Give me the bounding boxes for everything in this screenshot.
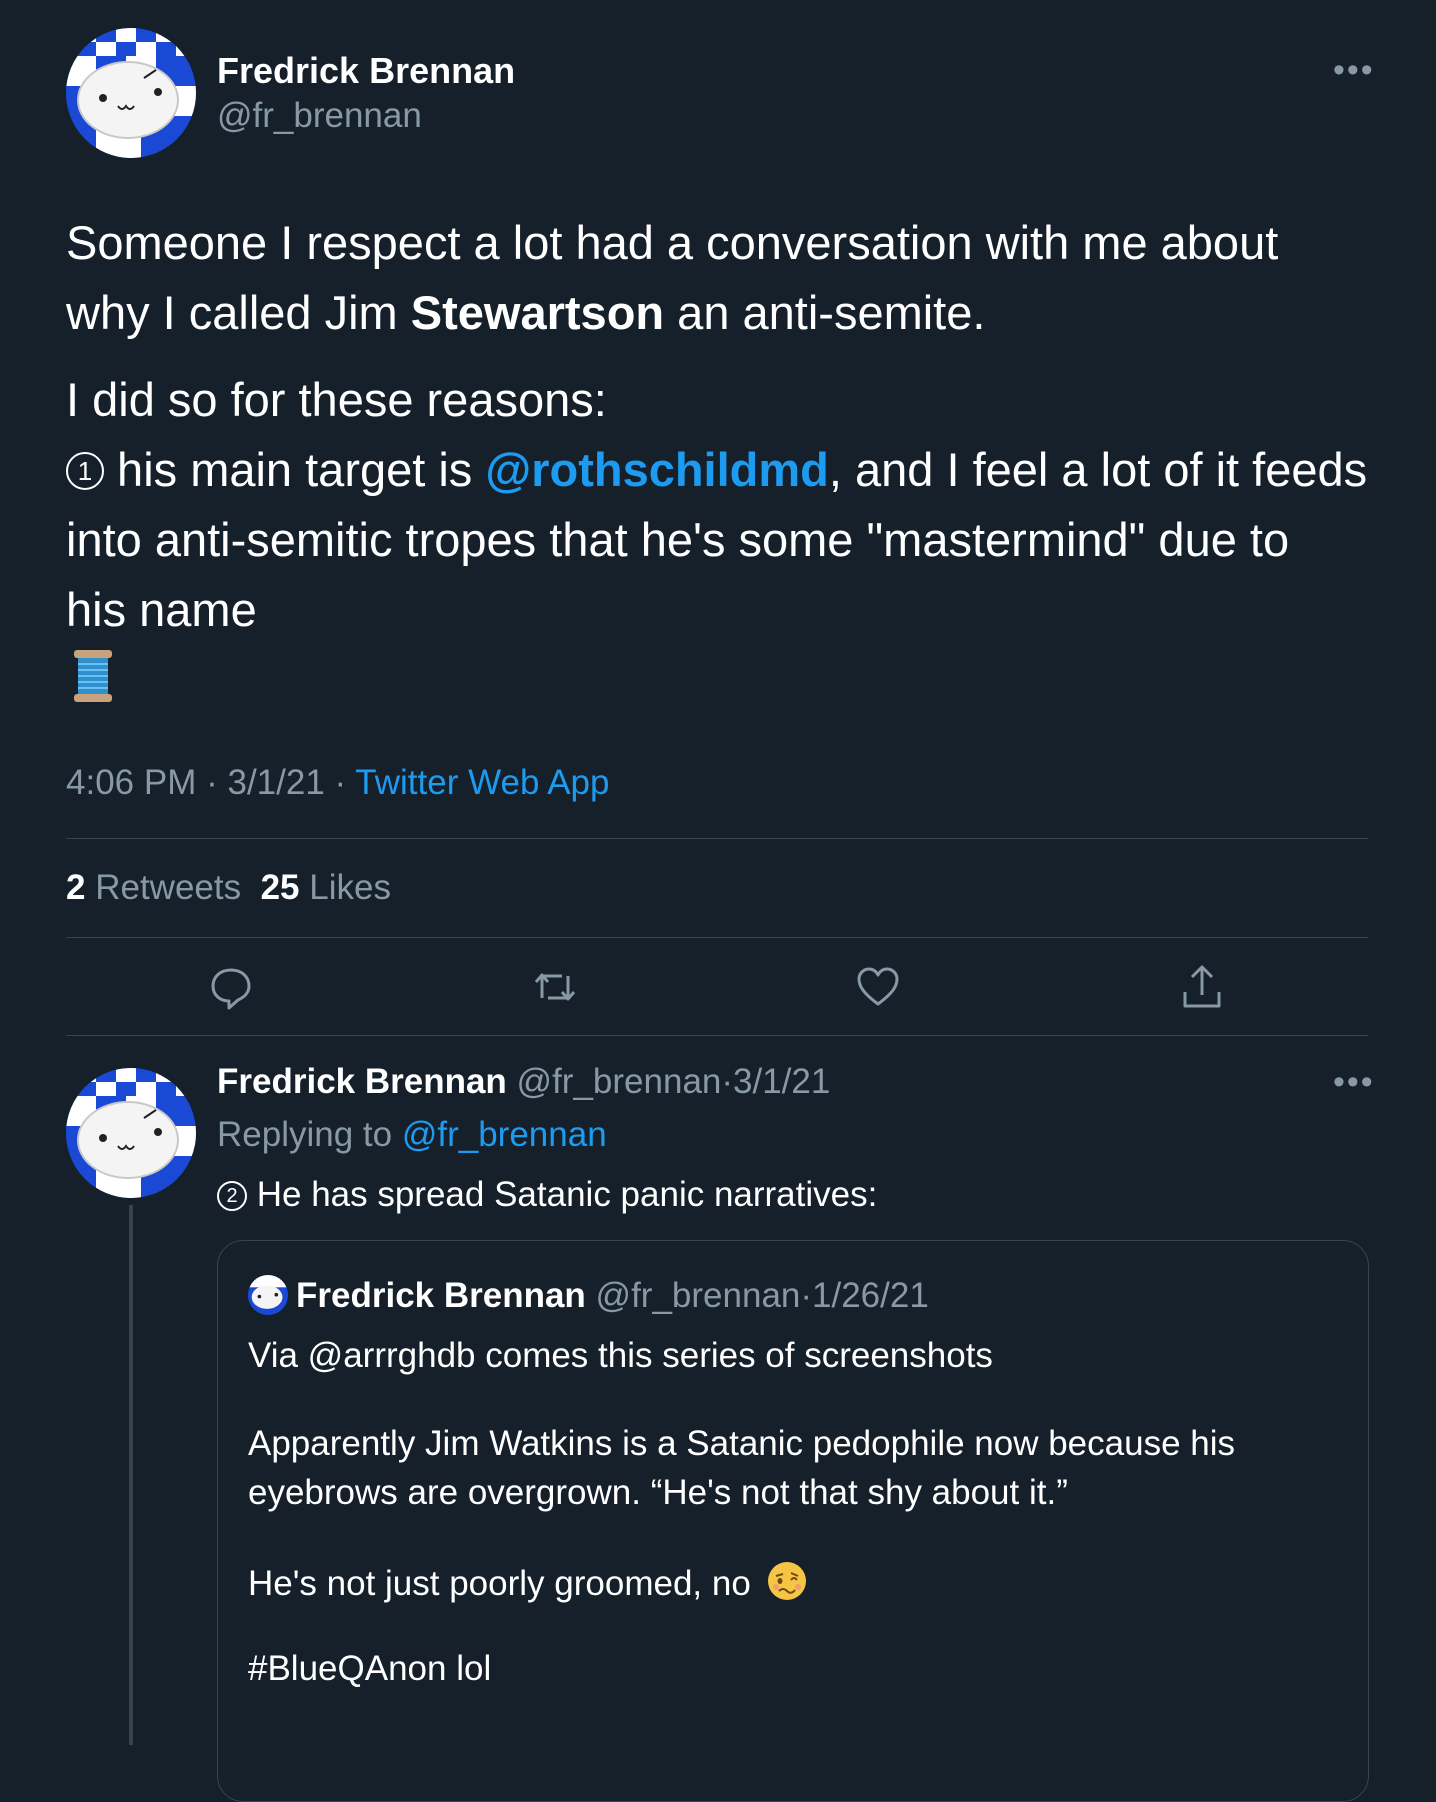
retweet-icon: [534, 973, 576, 1001]
replying-to: Replying to @fr_brennan: [217, 1115, 607, 1155]
author-name[interactable]: Fredrick Brennan: [217, 1062, 507, 1101]
tweet-line: why I called Jim Stewartson an anti-semi…: [66, 278, 1366, 348]
tweet-text: an anti-semite.: [664, 286, 986, 339]
comment-icon: [211, 968, 251, 1010]
share-button[interactable]: [1177, 962, 1227, 1012]
likes-count: 25: [260, 868, 300, 907]
replying-handle-link[interactable]: @fr_brennan: [402, 1115, 607, 1154]
tweet-line: I did so for these reasons:: [66, 373, 607, 426]
tweet-text: He's not just poorly groomed, no: [248, 1564, 751, 1603]
tweet-line: 1 his main target is @rothschildmd, and …: [66, 435, 1386, 505]
tweet-metadata: 4:06 PM · 3/1/21 · Twitter Web App: [66, 763, 609, 803]
retweets-label: Retweets: [95, 868, 242, 907]
heart-icon: [857, 967, 899, 1006]
divider: [66, 838, 1368, 839]
source-link[interactable]: Twitter Web App: [355, 763, 609, 802]
more-options-icon[interactable]: •••: [1333, 53, 1375, 87]
thread-connector: [129, 1205, 133, 1745]
tweet-line: Someone I respect a lot had a conversati…: [66, 216, 1279, 269]
divider: [66, 937, 1368, 938]
like-button[interactable]: [853, 962, 903, 1012]
tweet-text: He has spread Satanic panic narratives:: [247, 1175, 878, 1214]
reply-header: Fredrick Brennan @fr_brennan·3/1/21: [217, 1062, 830, 1102]
tweet-text: , and I feel a lot of it feeds: [828, 443, 1368, 496]
tweet-line: into anti-semitic tropes that he's some …: [66, 513, 1290, 566]
retweet-button[interactable]: [530, 962, 580, 1012]
avatar: [248, 1275, 288, 1315]
tweet-line: his name: [66, 583, 257, 636]
divider: [66, 1035, 1368, 1036]
author-name[interactable]: Fredrick Brennan: [217, 50, 515, 92]
mention-link[interactable]: @rothschildmd: [485, 443, 829, 496]
tweet-date: 1/26/21: [812, 1276, 929, 1315]
quoted-tweet-header: Fredrick Brennan @fr_brennan·1/26/21: [248, 1275, 929, 1316]
separator: ·: [800, 1276, 813, 1315]
circled-number: 2: [217, 1181, 247, 1211]
bold-text: Stewartson: [410, 286, 665, 339]
retweets-count: 2: [66, 868, 86, 907]
likes-stat[interactable]: 25 Likes: [261, 868, 391, 907]
tweet-paragraph-2: I did so for these reasons: 1 his main t…: [66, 365, 1386, 645]
quoted-text-line: eyebrows are overgrown. “He's not that s…: [248, 1473, 1068, 1512]
quoted-text-line: Via @arrrghdb comes this series of scree…: [248, 1336, 993, 1375]
tweet-date[interactable]: 3/1/21: [227, 763, 324, 802]
avatar[interactable]: [66, 1068, 196, 1198]
author-handle[interactable]: @fr_brennan: [217, 96, 422, 136]
avatar[interactable]: [66, 28, 196, 158]
separator: ·: [721, 1062, 734, 1101]
spool-of-thread-icon: [72, 650, 114, 702]
quoted-tweet[interactable]: Fredrick Brennan @fr_brennan·1/26/21 Via…: [217, 1240, 1369, 1802]
tweet-text: his main target is: [104, 443, 486, 496]
tweet-text: why I called Jim: [66, 286, 411, 339]
replying-label: Replying to: [217, 1115, 393, 1154]
woozy-face-icon: [767, 1561, 807, 1610]
retweets-stat[interactable]: 2 Retweets: [66, 868, 241, 907]
likes-label: Likes: [309, 868, 391, 907]
tweet-time[interactable]: 4:06 PM: [66, 763, 196, 802]
more-options-icon[interactable]: •••: [1333, 1065, 1375, 1099]
separator: ·: [206, 763, 218, 802]
quoted-text-line: Apparently Jim Watkins is a Satanic pedo…: [248, 1424, 1236, 1463]
circled-number: 1: [66, 452, 104, 490]
quoted-text-line: He's not just poorly groomed, no: [248, 1561, 807, 1610]
quoted-text-line: #BlueQAnon lol: [248, 1649, 492, 1688]
author-handle: @fr_brennan: [595, 1276, 801, 1315]
engagement-stats: 2 Retweets 25 Likes: [66, 868, 391, 908]
tweet-paragraph-1: Someone I respect a lot had a conversati…: [66, 208, 1366, 348]
tweet-date[interactable]: 3/1/21: [733, 1062, 830, 1101]
reply-button[interactable]: [206, 962, 256, 1012]
separator: ·: [334, 763, 347, 802]
author-handle[interactable]: @fr_brennan: [517, 1062, 722, 1101]
share-icon: [1183, 965, 1221, 1008]
author-name: Fredrick Brennan: [296, 1276, 586, 1315]
reply-text: 2 He has spread Satanic panic narratives…: [217, 1175, 877, 1215]
